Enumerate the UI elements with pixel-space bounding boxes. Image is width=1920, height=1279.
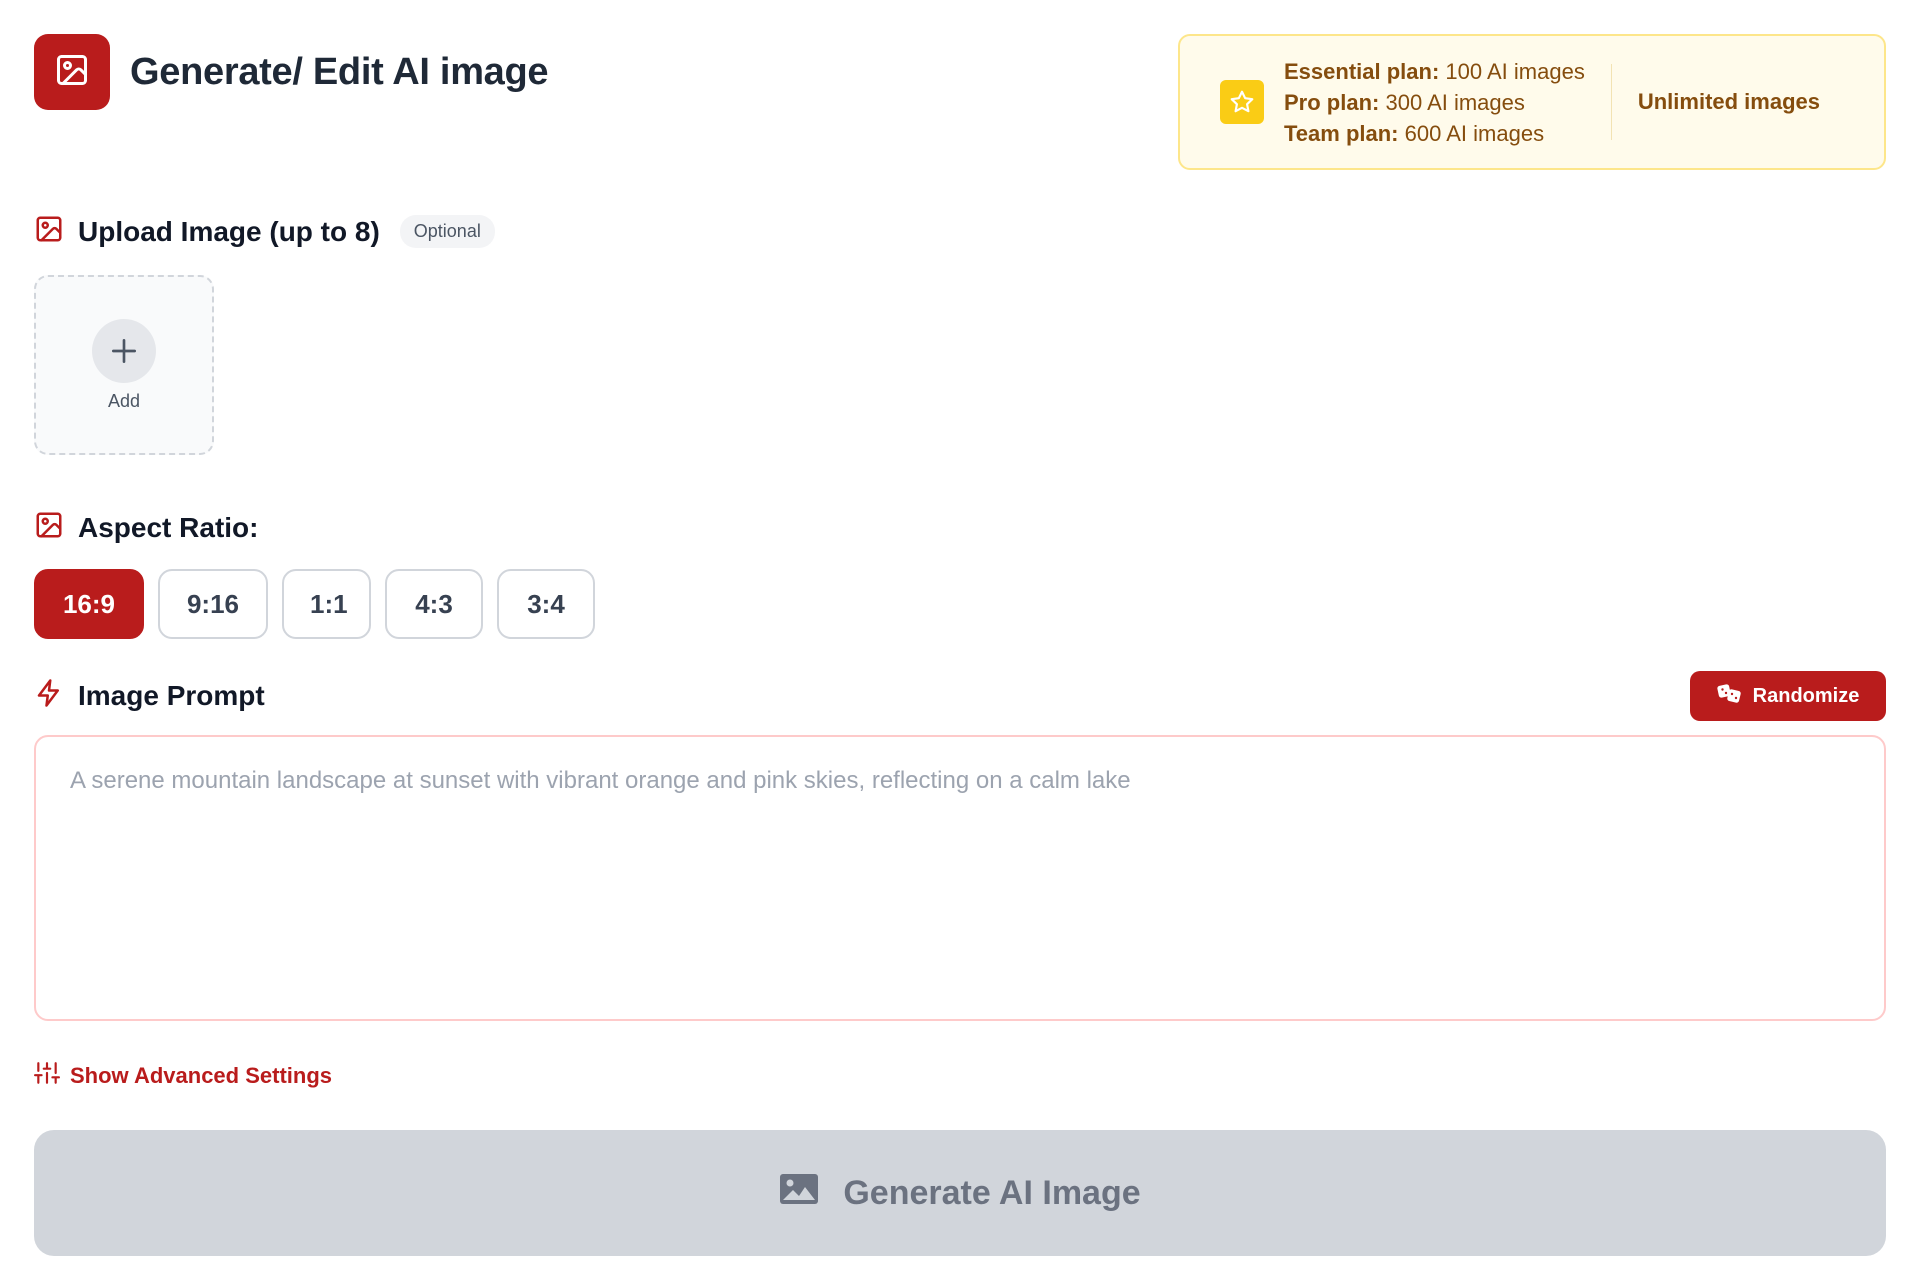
ratio-9-16-button[interactable]: 9:16 [158,569,268,639]
ratio-3-4-button[interactable]: 3:4 [497,569,595,639]
lightning-icon [34,678,64,713]
upload-label: Upload Image (up to 8) [78,215,380,247]
star-icon [1220,80,1264,124]
image-icon [34,214,64,249]
dice-icon [1717,682,1743,710]
aspect-ratio-options: 16:9 9:16 1:1 4:3 3:4 [34,569,595,639]
generate-ai-image-button[interactable]: Generate AI Image [34,1130,1886,1256]
page-header: Generate/ Edit AI image [34,34,549,110]
plan-item-pro: Pro plan: 300 AI images [1284,89,1525,115]
add-label: Add [107,390,141,411]
generate-label: Generate AI Image [843,1173,1141,1212]
plus-icon [92,318,156,383]
landscape-image-icon [779,1173,819,1214]
optional-badge: Optional [399,215,495,248]
image-prompt-input[interactable] [34,735,1886,1021]
image-icon [54,52,90,93]
image-prompt-label: Image Prompt [78,679,265,711]
upload-heading: Upload Image (up to 8) Optional [34,214,495,249]
plan-item-team: Team plan: 600 AI images [1284,120,1545,146]
ratio-16-9-button[interactable]: 16:9 [34,569,144,639]
plan-item-essential: Essential plan: 100 AI images [1284,58,1585,84]
advanced-settings-label: Show Advanced Settings [70,1062,333,1088]
show-advanced-settings-link[interactable]: Show Advanced Settings [34,1060,332,1091]
plan-info-box: Essential plan: 100 AI images Pro plan: … [1178,34,1886,170]
ratio-4-3-button[interactable]: 4:3 [385,569,483,639]
sliders-icon [34,1060,60,1091]
randomize-label: Randomize [1752,684,1860,707]
header-logo [34,34,110,110]
aspect-ratio-label: Aspect Ratio: [78,511,259,543]
image-prompt-heading: Image Prompt [34,678,265,713]
ratio-1-1-button[interactable]: 1:1 [282,569,371,639]
image-icon [34,510,64,545]
add-image-button[interactable]: Add [34,275,214,455]
generate-image-page: Generate/ Edit AI image Essential plan: … [0,0,1920,1279]
plan-list: Essential plan: 100 AI images Pro plan: … [1284,58,1585,147]
aspect-ratio-heading: Aspect Ratio: [34,510,258,545]
randomize-button[interactable]: Randomize [1690,671,1886,721]
plan-divider [1610,64,1612,140]
page-title: Generate/ Edit AI image [130,50,549,93]
unlimited-images-label: Unlimited images [1637,89,1820,114]
